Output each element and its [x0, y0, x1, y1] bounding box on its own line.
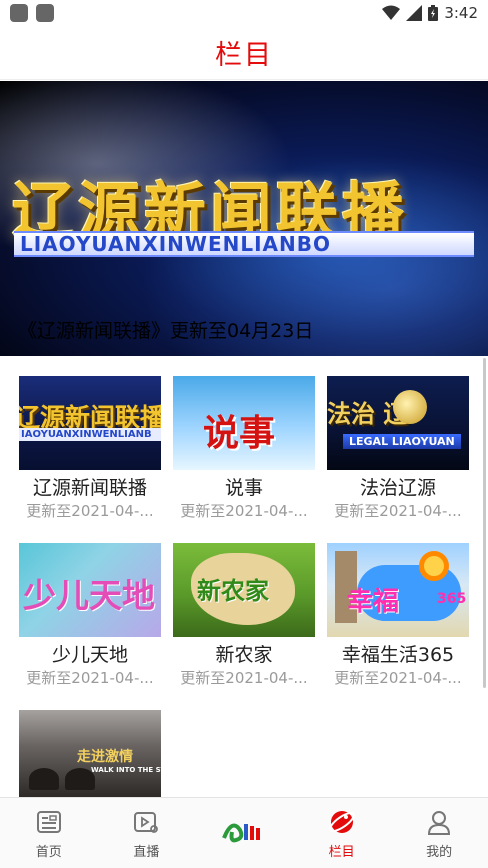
tab-label: 首页: [35, 844, 62, 860]
thumbnail-subtitle: IAOYUANXINWENLIANB: [19, 428, 161, 441]
planet-icon: [327, 807, 357, 837]
tab-profile[interactable]: 我的: [390, 798, 488, 868]
program-title: 幸福生活365: [341, 644, 455, 666]
banner-caption: 《辽源新闻联播》更新至04月23日: [18, 320, 314, 342]
thumbnail-title: 走进激情: [77, 749, 133, 765]
program-updated: 更新至2021-04-...: [26, 502, 154, 520]
notification-icon: [10, 4, 28, 22]
program-thumbnail: 走进激情 WALK INTO THE ST: [19, 710, 161, 798]
thumbnail-title: 说事: [203, 412, 276, 454]
program-title: 辽源新闻联播: [32, 477, 147, 499]
thumbnail-subtitle: LEGAL LIAOYUAN: [343, 434, 461, 449]
program-title: 少儿天地: [51, 644, 128, 666]
program-updated: 更新至2021-04-...: [334, 502, 462, 520]
chair-shape: [29, 768, 59, 790]
app-header: 栏目: [0, 26, 488, 80]
tab-station[interactable]: [195, 798, 293, 868]
news-icon: [34, 807, 64, 837]
notification-icons: [10, 4, 54, 22]
featured-banner[interactable]: 辽源新闻联播 LIAOYUANXINWENLIANBO 《辽源新闻联播》更新至0…: [0, 81, 488, 356]
thumbnail-number: 365: [437, 591, 467, 607]
signal-icon: [406, 5, 423, 21]
banner-pinyin: LIAOYUANXINWENLIANBO: [14, 231, 474, 257]
program-card[interactable]: 新农家 新农家 更新至2021-04-...: [173, 543, 315, 703]
program-thumbnail: 说事: [173, 376, 315, 470]
tab-label: 栏目: [328, 844, 355, 860]
program-thumbnail: 新农家: [173, 543, 315, 637]
thumbnail-title: 新农家: [197, 576, 269, 605]
status-indicators: 3:42: [382, 4, 478, 22]
thumbnail-title: 少儿天地: [23, 576, 155, 615]
program-title: 法治辽源: [359, 477, 436, 499]
program-thumbnail: 少儿天地: [19, 543, 161, 637]
tab-label: 直播: [133, 844, 160, 860]
tab-home[interactable]: 首页: [0, 798, 98, 868]
program-card[interactable]: 走进激情 WALK INTO THE ST: [19, 710, 161, 798]
program-title: 新农家: [215, 644, 273, 666]
notification-icon: [36, 4, 54, 22]
thumbnail-subtitle: WALK INTO THE ST: [91, 766, 161, 774]
live-play-icon: [131, 807, 161, 837]
sun-shape: [419, 551, 449, 581]
status-bar: 3:42: [0, 0, 488, 26]
program-thumbnail: 辽源新闻联播 IAOYUANXINWENLIANB: [19, 376, 161, 470]
program-thumbnail: 法治 辽 LEGAL LIAOYUAN: [327, 376, 469, 470]
tab-columns[interactable]: 栏目: [293, 798, 391, 868]
status-time: 3:42: [444, 4, 478, 22]
bottom-tab-bar: 首页 直播 栏目 我的: [0, 797, 488, 868]
program-thumbnail: 幸福 365: [327, 543, 469, 637]
page-title: 栏目: [215, 40, 273, 71]
station-logo-icon: [222, 816, 266, 846]
scrollbar[interactable]: [483, 358, 486, 688]
program-card[interactable]: 说事 说事 更新至2021-04-...: [173, 376, 315, 536]
wifi-icon: [382, 5, 401, 20]
program-card[interactable]: 法治 辽 LEGAL LIAOYUAN 法治辽源 更新至2021-04-...: [327, 376, 469, 536]
program-updated: 更新至2021-04-...: [180, 502, 308, 520]
program-card[interactable]: 辽源新闻联播 IAOYUANXINWENLIANB 辽源新闻联播 更新至2021…: [19, 376, 161, 536]
program-updated: 更新至2021-04-...: [334, 669, 462, 687]
program-updated: 更新至2021-04-...: [180, 669, 308, 687]
program-updated: 更新至2021-04-...: [26, 669, 154, 687]
program-card[interactable]: 少儿天地 少儿天地 更新至2021-04-...: [19, 543, 161, 703]
user-icon: [424, 807, 454, 837]
program-title: 说事: [224, 477, 263, 499]
tab-live[interactable]: 直播: [98, 798, 196, 868]
thumbnail-title: 幸福: [347, 587, 400, 617]
program-card[interactable]: 幸福 365 幸福生活365 更新至2021-04-...: [327, 543, 469, 703]
emblem-icon: [393, 390, 427, 424]
battery-icon: [428, 5, 439, 21]
tab-label: 我的: [426, 844, 453, 860]
